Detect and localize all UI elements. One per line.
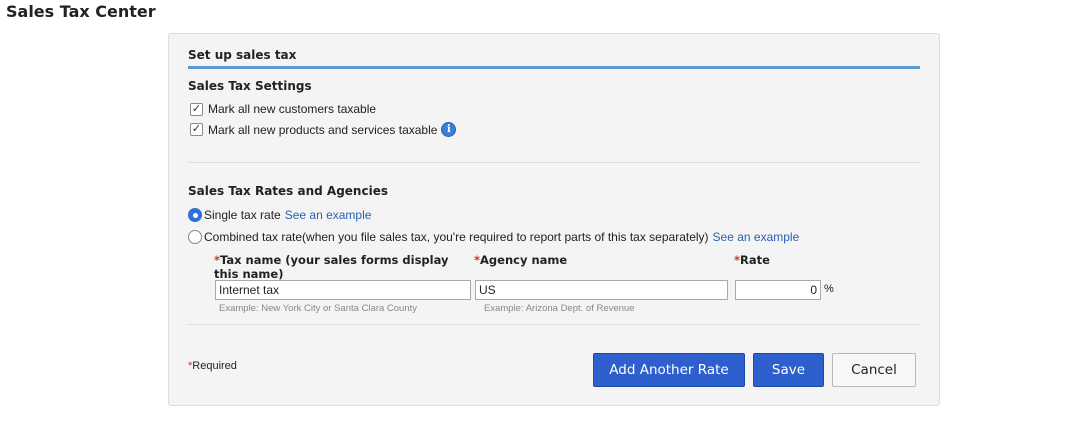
products-taxable-label: Mark all new products and services taxab… <box>208 122 438 137</box>
footer-divider <box>188 324 920 325</box>
rates-section-title: Sales Tax Rates and Agencies <box>188 184 388 198</box>
customers-taxable-label: Mark all new customers taxable <box>208 102 377 116</box>
settings-section-title: Sales Tax Settings <box>188 79 312 93</box>
section-divider <box>188 162 920 163</box>
required-note: *Required <box>188 360 237 372</box>
save-button[interactable]: Save <box>753 353 824 387</box>
add-another-rate-button[interactable]: Add Another Rate <box>593 353 745 387</box>
combined-rate-label: Combined tax rate(when you file sales ta… <box>204 230 709 244</box>
info-icon[interactable]: i <box>441 122 457 137</box>
rate-label: *Rate <box>734 253 770 267</box>
combined-rate-radio[interactable] <box>188 230 202 244</box>
agency-name-input[interactable] <box>475 280 728 300</box>
products-taxable-row[interactable]: ✓ Mark all new products and services tax… <box>190 122 457 137</box>
agency-name-label: *Agency name <box>474 253 568 267</box>
single-rate-option[interactable]: Single tax rate See an example <box>188 208 371 222</box>
agency-name-hint: Example: Arizona Dept. of Revenue <box>484 303 635 314</box>
customers-taxable-row[interactable]: ✓ Mark all new customers taxable <box>190 102 376 116</box>
single-rate-radio[interactable] <box>188 208 202 222</box>
tax-name-label: *Tax name (your sales forms display this… <box>214 253 449 281</box>
single-rate-label: Single tax rate <box>204 208 281 222</box>
tax-name-input[interactable] <box>215 280 471 300</box>
rate-percent-unit: % <box>824 283 834 295</box>
page-title: Sales Tax Center <box>6 2 156 21</box>
panel-header: Set up sales tax <box>188 48 920 69</box>
sales-tax-setup-panel: Set up sales tax Sales Tax Settings ✓ Ma… <box>168 33 940 406</box>
single-rate-example-link[interactable]: See an example <box>285 208 372 222</box>
combined-rate-option[interactable]: Combined tax rate(when you file sales ta… <box>188 230 799 244</box>
combined-rate-example-link[interactable]: See an example <box>713 230 800 244</box>
cancel-button[interactable]: Cancel <box>832 353 916 387</box>
customers-taxable-checkbox[interactable]: ✓ <box>190 102 203 116</box>
tax-name-hint: Example: New York City or Santa Clara Co… <box>219 303 418 314</box>
rate-input[interactable] <box>735 280 821 300</box>
products-taxable-checkbox[interactable]: ✓ <box>190 123 203 136</box>
